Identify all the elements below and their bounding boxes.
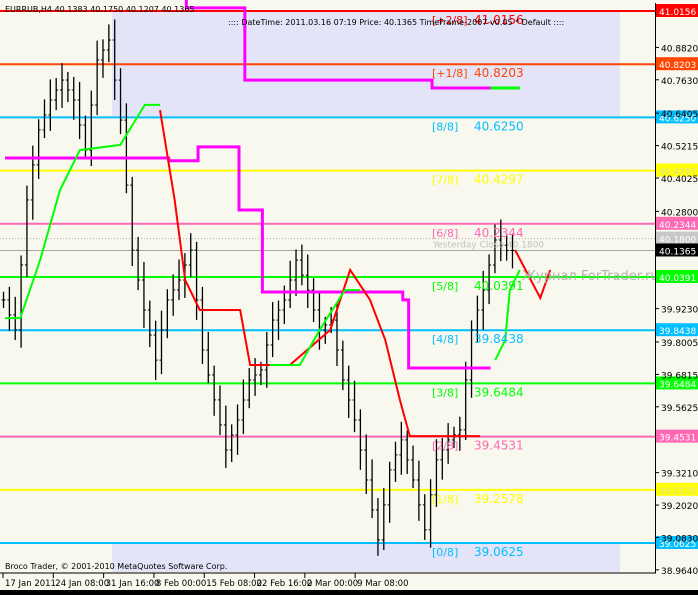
level-label: [+1/8] <box>432 67 468 80</box>
time-tick-label: 17 Jan 2011 <box>5 579 56 589</box>
level-label: [0/8] <box>432 546 458 559</box>
level-value: 40.0391 <box>474 279 524 293</box>
price-tick-label: 38.9640 <box>661 567 698 577</box>
level-label: [2/8] <box>432 440 458 453</box>
price-tick-label: 40.6405 <box>661 110 698 120</box>
level-value: 40.8203 <box>474 66 524 80</box>
time-tick-label: 9 Mar 08:00 <box>357 579 408 589</box>
info-line: :::: DateTime: 2011.03.16 07:19 Price: 4… <box>228 18 564 27</box>
price-tick-label: 39.8005 <box>661 339 698 349</box>
price-tick-label: 39.5625 <box>661 404 698 414</box>
price-tick-label: 40.5215 <box>661 143 698 153</box>
bottom-border <box>0 590 698 595</box>
level-label: [3/8] <box>432 386 458 399</box>
price-tick-label: 40.2800 <box>661 208 698 218</box>
price-tick-label: 39.6815 <box>661 371 698 381</box>
level-label: [5/8] <box>432 280 458 293</box>
time-tick-label: 8 Feb 00:00 <box>156 579 206 589</box>
level-value: 40.6250 <box>474 119 524 133</box>
level-value: 39.0625 <box>474 545 524 559</box>
time-tick-label: 22 Feb 16:00 <box>257 579 313 589</box>
level-price-tag-text: 40.2344 <box>659 221 696 231</box>
level-label: [1/8] <box>432 493 458 506</box>
level-value: 39.6484 <box>474 385 524 399</box>
level-value: 39.8438 <box>474 332 524 346</box>
time-tick-label: 24 Jan 08:00 <box>55 579 109 589</box>
price-tick-label: 39.3210 <box>661 470 698 480</box>
price-tick-label: 39.2020 <box>661 502 698 512</box>
level-value: 40.4297 <box>474 173 524 187</box>
level-price-tag-text: 39.2578 <box>659 487 696 497</box>
time-tick-label: 31 Jan 16:00 <box>106 579 160 589</box>
time-tick-label: 2 Mar 00:00 <box>307 579 358 589</box>
chart-window: [+2/8] 41.0156 [+1/8] 40.8203 [8/8] 40.6250 [7… <box>0 0 698 595</box>
price-tick-label: 39.9230 <box>661 306 698 316</box>
copyright: Broco Trader, © 2001-2010 MetaQuotes Sof… <box>5 562 227 571</box>
level-price-tag-text: 40.8203 <box>659 61 696 71</box>
level-price-tag-text: 39.8438 <box>659 327 696 337</box>
price-tick-label: 40.4025 <box>661 175 698 185</box>
price-tick-label: 40.7630 <box>661 77 698 87</box>
symbol-info: EURRUB,H4 40.1383 40.1750 40.1207 40.136… <box>5 5 195 14</box>
level-price-tag-text: 39.6484 <box>659 380 696 390</box>
watermark: Журнал ForTrader.ru <box>522 269 659 284</box>
current-price-tag-text: 40.1365 <box>659 247 696 257</box>
level-price-tag-text: 40.0391 <box>659 274 696 284</box>
level-price-tag-text: 39.4531 <box>659 434 696 444</box>
time-tick-label: 15 Feb 08:00 <box>206 579 262 589</box>
level-value: 40.2344 <box>474 226 524 240</box>
level-label: [7/8] <box>432 174 458 187</box>
price-chart[interactable]: [+2/8] 41.0156[+1/8] 40.8203[8/8] 40.6250[7… <box>0 0 698 595</box>
price-tick-label: 39.0830 <box>661 534 698 544</box>
level-label: [4/8] <box>432 333 458 346</box>
level-label: [8/8] <box>432 120 458 133</box>
level-label: [6/8] <box>432 227 458 240</box>
price-tick-label: 40.8820 <box>661 44 698 54</box>
level-price-tag-text: 41.0156 <box>659 8 696 18</box>
yesterday-close-label: Yesterday Close 40.1800 <box>432 241 544 251</box>
level-value: 39.4531 <box>474 439 524 453</box>
level-value: 39.2578 <box>474 492 524 506</box>
